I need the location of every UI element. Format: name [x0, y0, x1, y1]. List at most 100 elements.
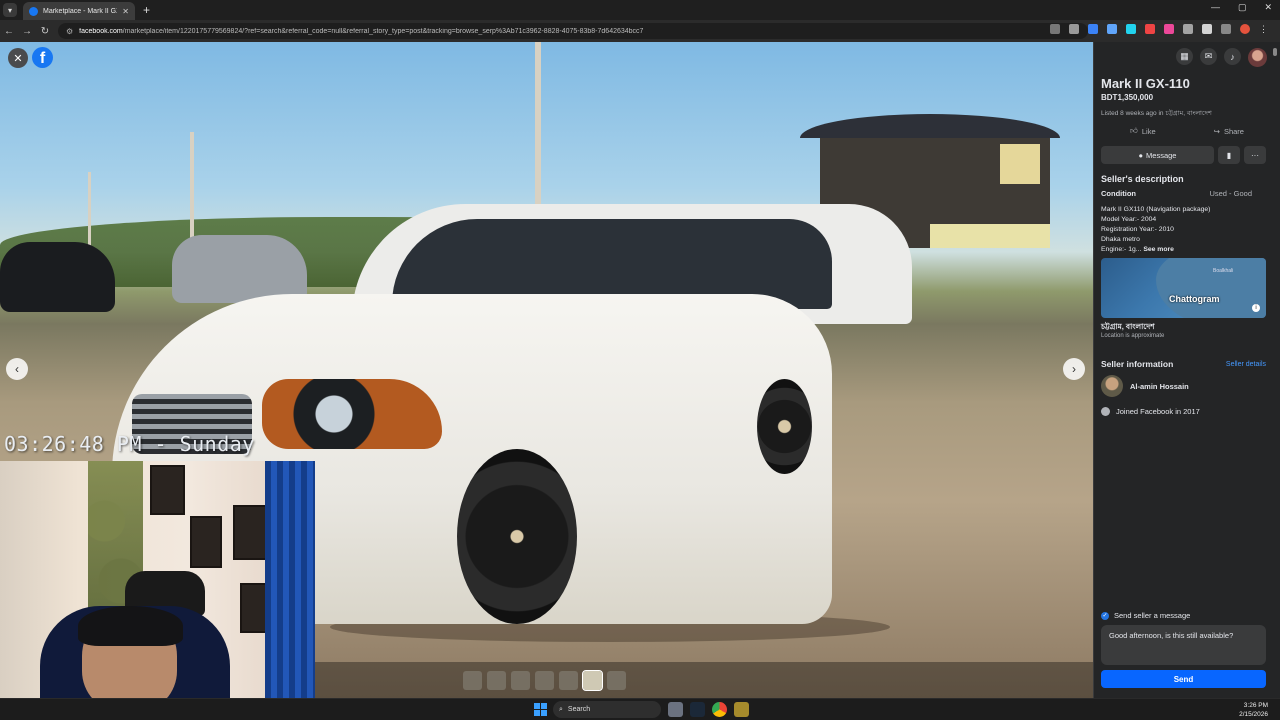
search-icon: ⌕ — [559, 705, 563, 713]
bookmark-star-icon[interactable] — [1069, 24, 1079, 34]
photo-thumbnail[interactable] — [535, 670, 554, 690]
seller-info-heading: Seller information — [1101, 359, 1174, 369]
description-text: Mark II GX110 (Navigation package) Model… — [1101, 205, 1273, 255]
more-options-button[interactable]: ··· — [1244, 146, 1266, 164]
facebook-icon — [1101, 407, 1110, 416]
extension-icon[interactable] — [1088, 24, 1098, 34]
previous-photo-button[interactable]: ‹ — [6, 358, 28, 380]
location-note: Location is approximate — [1101, 333, 1165, 339]
url-text: facebook.com/marketplace/item/1220175779… — [79, 28, 643, 35]
photo-thumbnail[interactable] — [607, 670, 626, 690]
description-line: Model Year:- 2004 — [1101, 216, 1157, 223]
map-city-label: Chattogram — [1169, 294, 1220, 304]
car-headlight — [262, 379, 442, 449]
app-icon[interactable] — [734, 702, 749, 717]
description-line: Engine:- 1g... See more — [1101, 246, 1174, 253]
photo-thumbnail[interactable] — [487, 670, 506, 690]
seller-details-link[interactable]: Seller details — [1226, 361, 1266, 368]
seller-avatar[interactable] — [1101, 375, 1123, 397]
site-info-icon[interactable]: ⚙ — [66, 27, 73, 36]
see-more-link[interactable]: See more — [1143, 246, 1174, 253]
messenger-icon: ● — [1138, 150, 1144, 160]
browser-tab-marketplace[interactable]: Marketplace - Mark II GX-110 | ✕ — [23, 2, 135, 20]
cast-icon[interactable] — [1050, 24, 1060, 34]
downloads-icon[interactable] — [1221, 24, 1231, 34]
extension-icon[interactable] — [1145, 24, 1155, 34]
forward-arrow-icon[interactable]: → — [18, 26, 36, 37]
joined-facebook: Joined Facebook in 2017 — [1101, 407, 1200, 416]
map-info-icon[interactable]: i — [1252, 304, 1260, 312]
url-path: /marketplace/item/1220175779569824/?ref=… — [122, 27, 644, 35]
rear-wheel — [757, 379, 812, 474]
description-line: Registration Year:- 2010 — [1101, 226, 1174, 233]
utility-pole — [535, 42, 541, 212]
minimize-button[interactable]: — — [1211, 2, 1220, 13]
notifications-bell-icon[interactable]: ♪ — [1224, 48, 1241, 65]
condition-row: Condition Used - Good — [1101, 189, 1273, 198]
photo-thumbnail[interactable] — [582, 669, 603, 691]
tab-search-menu-button[interactable]: ▾ — [3, 3, 17, 17]
extension-icon[interactable] — [1126, 24, 1136, 34]
browser-tab-strip: ▾ Marketplace - Mark II GX-110 | ✕ + — ▢… — [0, 0, 1280, 20]
messenger-icon[interactable]: ✉ — [1200, 48, 1217, 65]
facebook-top-icons: ▦ ✉ ♪ — [1094, 48, 1280, 72]
like-button[interactable]: 👍︎ Like — [1130, 126, 1156, 136]
message-input[interactable] — [1101, 625, 1266, 665]
window-close-button[interactable]: ✕ — [1264, 2, 1272, 13]
save-bookmark-button[interactable]: ▮ — [1218, 146, 1240, 164]
next-photo-button[interactable]: › — [1063, 358, 1085, 380]
panel-scrollbar[interactable] — [1272, 44, 1278, 696]
extension-icon[interactable] — [1183, 24, 1193, 34]
taskbar-search[interactable]: ⌕ Search — [553, 701, 661, 718]
send-message-header: ✓ Send seller a message — [1101, 611, 1191, 620]
seller-profile[interactable]: Al-amin Hossain — [1101, 375, 1189, 397]
window-controls: — ▢ ✕ — [1211, 2, 1272, 13]
photo-thumbnail[interactable] — [511, 670, 530, 690]
photo-thumbnail[interactable] — [559, 670, 578, 690]
photo-thumbnail-strip — [315, 662, 1093, 698]
description-line: Mark II GX110 (Navigation package) — [1101, 206, 1211, 213]
close-viewer-button[interactable]: ✕ — [8, 48, 28, 68]
listing-title: Mark II GX-110 — [1101, 76, 1190, 91]
front-wheel — [457, 449, 577, 624]
maximize-button[interactable]: ▢ — [1238, 2, 1247, 13]
url-host: facebook.com — [79, 27, 123, 35]
new-tab-button[interactable]: + — [143, 3, 150, 17]
seller-description-heading: Seller's description — [1101, 174, 1184, 184]
browser-menu-icon[interactable]: ⋮ — [1259, 24, 1269, 34]
location-map[interactable]: Boalkhali Chattogram i — [1101, 258, 1266, 318]
address-bar[interactable]: ⚙ facebook.com/marketplace/item/12201757… — [58, 23, 1088, 39]
account-avatar[interactable] — [1248, 48, 1267, 67]
message-button[interactable]: ● Message — [1101, 146, 1214, 164]
profile-avatar[interactable] — [1240, 24, 1250, 34]
steam-icon[interactable] — [690, 702, 705, 717]
start-button-icon[interactable] — [534, 703, 547, 716]
like-share-row: 👍︎ Like ↪ Share — [1101, 126, 1273, 136]
extensions-puzzle-icon[interactable] — [1202, 24, 1212, 34]
tab-close-icon[interactable]: ✕ — [122, 7, 129, 16]
photo-thumbnail[interactable] — [463, 670, 482, 690]
share-arrow-icon: ↪ — [1213, 126, 1220, 136]
facebook-logo-icon[interactable]: f — [32, 47, 53, 68]
browser-toolbar: ← → ↻ ⚙ facebook.com/marketplace/item/12… — [0, 20, 1280, 42]
system-clock[interactable]: 3:26 PM 2/15/2026 — [1239, 701, 1268, 719]
chrome-icon[interactable] — [712, 702, 727, 717]
bookmark-icon: ▮ — [1226, 150, 1232, 160]
listing-details-panel: ▦ ✉ ♪ Mark II GX-110 BDT1,350,000 Listed… — [1093, 42, 1280, 698]
back-arrow-icon[interactable]: ← — [0, 26, 18, 37]
extension-icon[interactable] — [1164, 24, 1174, 34]
wall-photo-frame — [150, 465, 185, 515]
extension-icon[interactable] — [1107, 24, 1117, 34]
message-actions-row: ● Message ▮ ··· — [1101, 146, 1266, 164]
listing-price: BDT1,350,000 — [1101, 93, 1154, 102]
send-button[interactable]: Send — [1101, 670, 1266, 688]
taskbar-pinned-apps — [668, 702, 749, 717]
file-explorer-icon[interactable] — [668, 702, 683, 717]
share-button[interactable]: ↪ Share — [1214, 126, 1244, 136]
listed-info: Listed 8 weeks ago in চট্টগ্রাম, বাংলাদে… — [1101, 110, 1212, 117]
seller-name[interactable]: Al-amin Hossain — [1130, 382, 1189, 391]
menu-grid-icon[interactable]: ▦ — [1176, 48, 1193, 65]
background-car-black — [0, 242, 115, 312]
reload-icon[interactable]: ↻ — [36, 26, 54, 37]
condition-value: Used - Good — [1209, 189, 1252, 198]
